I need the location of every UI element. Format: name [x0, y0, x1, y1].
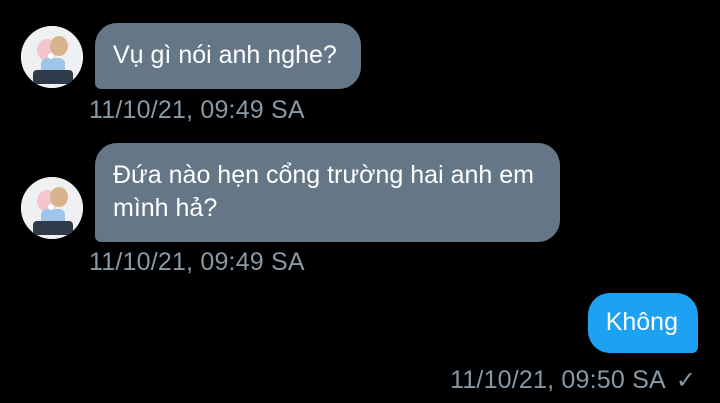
- message-timestamp: 11/10/21, 09:49 SA: [89, 96, 305, 124]
- incoming-message-bubble[interactable]: Vụ gì nói anh nghe?: [95, 23, 361, 89]
- check-icon: ✓: [675, 366, 696, 394]
- message-text: Vụ gì nói anh nghe?: [113, 41, 337, 69]
- outgoing-timestamp-row: 11/10/21, 09:50 SA ✓: [450, 366, 696, 395]
- message-timestamp: 11/10/21, 09:50 SA: [450, 366, 666, 394]
- message-timestamp: 11/10/21, 09:49 SA: [89, 248, 305, 276]
- message-text: Đứa nào hẹn cổng trường hai anh em mình …: [113, 161, 534, 222]
- message-text: Không: [605, 308, 678, 336]
- conversation-thread: Vụ gì nói anh nghe? 11/10/21, 09:49 SA Đ…: [0, 0, 720, 403]
- incoming-message-bubble[interactable]: Đứa nào hẹn cổng trường hai anh em mình …: [95, 143, 560, 242]
- outgoing-message-bubble[interactable]: Không: [587, 293, 698, 353]
- avatar[interactable]: [21, 177, 83, 239]
- avatar[interactable]: [21, 26, 83, 88]
